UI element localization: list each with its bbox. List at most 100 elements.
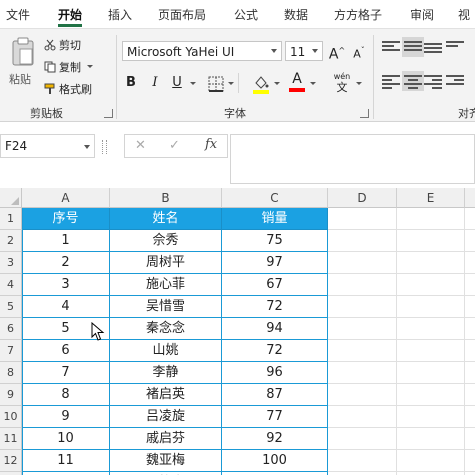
- empty-cell[interactable]: [465, 428, 475, 450]
- column-header-d[interactable]: D: [328, 188, 397, 208]
- menu-home[interactable]: 开始: [58, 6, 82, 23]
- column-header-c[interactable]: C: [222, 188, 328, 208]
- resize-handle[interactable]: [102, 140, 107, 154]
- empty-cell[interactable]: [397, 208, 465, 230]
- name-box[interactable]: F24: [0, 134, 95, 158]
- fill-color-dropdown-icon[interactable]: [274, 82, 280, 85]
- row-header-11[interactable]: 11: [0, 428, 22, 450]
- table-header-cell[interactable]: 姓名: [110, 208, 222, 230]
- copy-button[interactable]: 复制: [44, 59, 93, 75]
- empty-cell[interactable]: [328, 230, 397, 252]
- cut-button[interactable]: 剪切: [44, 37, 81, 53]
- table-cell[interactable]: 9: [22, 406, 110, 428]
- table-cell[interactable]: 92: [222, 428, 328, 450]
- table-cell[interactable]: 施心菲: [110, 274, 222, 296]
- table-cell[interactable]: 6: [22, 340, 110, 362]
- table-cell[interactable]: 吴惜雪: [110, 296, 222, 318]
- table-cell[interactable]: 戚启芬: [110, 428, 222, 450]
- wrap-text-icon[interactable]: [446, 39, 464, 55]
- empty-cell[interactable]: [328, 318, 397, 340]
- row-header-4[interactable]: 4: [0, 274, 22, 296]
- table-cell[interactable]: 山姚: [110, 340, 222, 362]
- table-cell[interactable]: 96: [222, 362, 328, 384]
- table-header-cell[interactable]: 销量: [222, 208, 328, 230]
- font-launcher-icon[interactable]: [360, 109, 369, 118]
- empty-cell[interactable]: [465, 252, 475, 274]
- empty-cell[interactable]: [397, 274, 465, 296]
- table-cell[interactable]: 97: [222, 252, 328, 274]
- fill-color-icon[interactable]: [252, 73, 270, 95]
- menu-page-layout[interactable]: 页面布局: [158, 6, 206, 23]
- align-center-icon[interactable]: [402, 71, 424, 91]
- font-color-dropdown-icon[interactable]: [310, 82, 316, 85]
- font-size-select[interactable]: 11: [285, 41, 323, 61]
- formula-input[interactable]: [230, 134, 475, 184]
- empty-cell[interactable]: [328, 362, 397, 384]
- row-header-5[interactable]: 5: [0, 296, 22, 318]
- table-cell[interactable]: 8: [22, 384, 110, 406]
- empty-cell[interactable]: [328, 252, 397, 274]
- empty-cell[interactable]: [397, 318, 465, 340]
- cancel-icon[interactable]: ✕: [135, 138, 146, 153]
- format-painter-button[interactable]: 格式刷: [44, 81, 92, 97]
- table-cell[interactable]: 10: [22, 428, 110, 450]
- row-header-6[interactable]: 6: [0, 318, 22, 340]
- empty-cell[interactable]: [465, 362, 475, 384]
- table-cell[interactable]: 4: [22, 296, 110, 318]
- table-cell[interactable]: 72: [222, 296, 328, 318]
- row-header-8[interactable]: 8: [0, 362, 22, 384]
- empty-cell[interactable]: [328, 450, 397, 472]
- column-header-next[interactable]: [465, 188, 475, 208]
- empty-cell[interactable]: [465, 296, 475, 318]
- row-header-10[interactable]: 10: [0, 406, 22, 428]
- align-middle-icon[interactable]: [402, 37, 424, 57]
- bold-button[interactable]: B: [122, 73, 140, 93]
- select-all-button[interactable]: [0, 188, 22, 208]
- empty-cell[interactable]: [328, 274, 397, 296]
- copy-dropdown-arrow[interactable]: [87, 64, 93, 68]
- table-cell[interactable]: 秦念念: [110, 318, 222, 340]
- empty-cell[interactable]: [465, 230, 475, 252]
- empty-cell[interactable]: [465, 208, 475, 230]
- menu-data[interactable]: 数据: [284, 6, 308, 23]
- empty-cell[interactable]: [328, 406, 397, 428]
- table-cell[interactable]: 100: [222, 450, 328, 472]
- table-cell[interactable]: 75: [222, 230, 328, 252]
- grow-font-button[interactable]: A^: [328, 41, 346, 63]
- paste-button[interactable]: 粘贴: [9, 71, 31, 87]
- table-header-cell[interactable]: 序号: [22, 208, 110, 230]
- row-header-12[interactable]: 12: [0, 450, 22, 472]
- column-header-a[interactable]: A: [22, 188, 110, 208]
- italic-button[interactable]: I: [146, 73, 164, 93]
- menu-insert[interactable]: 插入: [108, 6, 132, 23]
- empty-cell[interactable]: [397, 296, 465, 318]
- empty-cell[interactable]: [397, 406, 465, 428]
- empty-cell[interactable]: [328, 296, 397, 318]
- phonetic-guide-button[interactable]: wén 文: [330, 71, 354, 95]
- table-cell[interactable]: 褚启英: [110, 384, 222, 406]
- menu-review[interactable]: 审阅: [410, 6, 434, 23]
- underline-button[interactable]: U: [168, 73, 186, 93]
- clipboard-launcher-icon[interactable]: [104, 109, 113, 118]
- empty-cell[interactable]: [328, 384, 397, 406]
- table-cell[interactable]: 1: [22, 230, 110, 252]
- insert-function-icon[interactable]: fx: [205, 137, 217, 152]
- menu-fangfang[interactable]: 方方格子: [334, 6, 382, 23]
- empty-cell[interactable]: [397, 384, 465, 406]
- row-header-1[interactable]: 1: [0, 208, 22, 230]
- menu-formulas[interactable]: 公式: [234, 6, 258, 23]
- align-left-icon[interactable]: [382, 73, 400, 89]
- table-cell[interactable]: 72: [222, 340, 328, 362]
- borders-icon[interactable]: [208, 76, 224, 92]
- table-cell[interactable]: 魏亚梅: [110, 450, 222, 472]
- table-cell[interactable]: 11: [22, 450, 110, 472]
- table-cell[interactable]: 3: [22, 274, 110, 296]
- empty-cell[interactable]: [397, 450, 465, 472]
- column-header-e[interactable]: E: [397, 188, 465, 208]
- table-cell[interactable]: 77: [222, 406, 328, 428]
- table-cell[interactable]: 67: [222, 274, 328, 296]
- table-cell[interactable]: 2: [22, 252, 110, 274]
- font-name-select[interactable]: Microsoft YaHei UI: [122, 41, 282, 61]
- align-bottom-icon[interactable]: [424, 41, 442, 57]
- row-header-9[interactable]: 9: [0, 384, 22, 406]
